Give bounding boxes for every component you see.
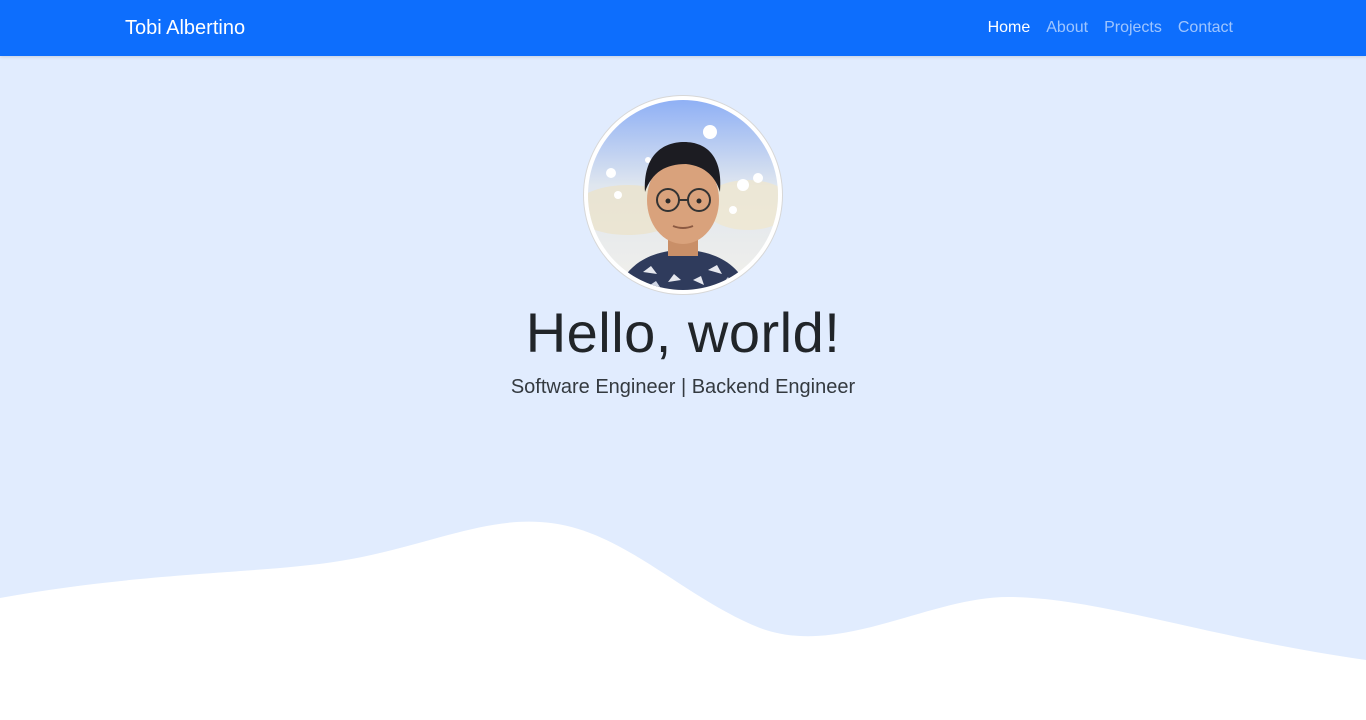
profile-photo-icon	[588, 100, 778, 290]
nav-link-contact[interactable]: Contact	[1178, 18, 1233, 38]
hero-subtitle: Software Engineer | Backend Engineer	[510, 376, 856, 398]
nav-link-home[interactable]: Home	[988, 18, 1031, 38]
nav-link-projects[interactable]: Projects	[1104, 18, 1162, 38]
hero-section: Hello, world! Software Engineer | Backen…	[0, 56, 1366, 720]
navbar: Tobi Albertino Home About Projects Conta…	[0, 0, 1366, 56]
nav-links: Home About Projects Contact	[988, 18, 1233, 38]
brand-link[interactable]: Tobi Albertino	[125, 15, 245, 41]
hero-title: Hello, world!	[525, 301, 841, 364]
nav-link-about[interactable]: About	[1046, 18, 1088, 38]
profile-avatar	[584, 96, 782, 294]
